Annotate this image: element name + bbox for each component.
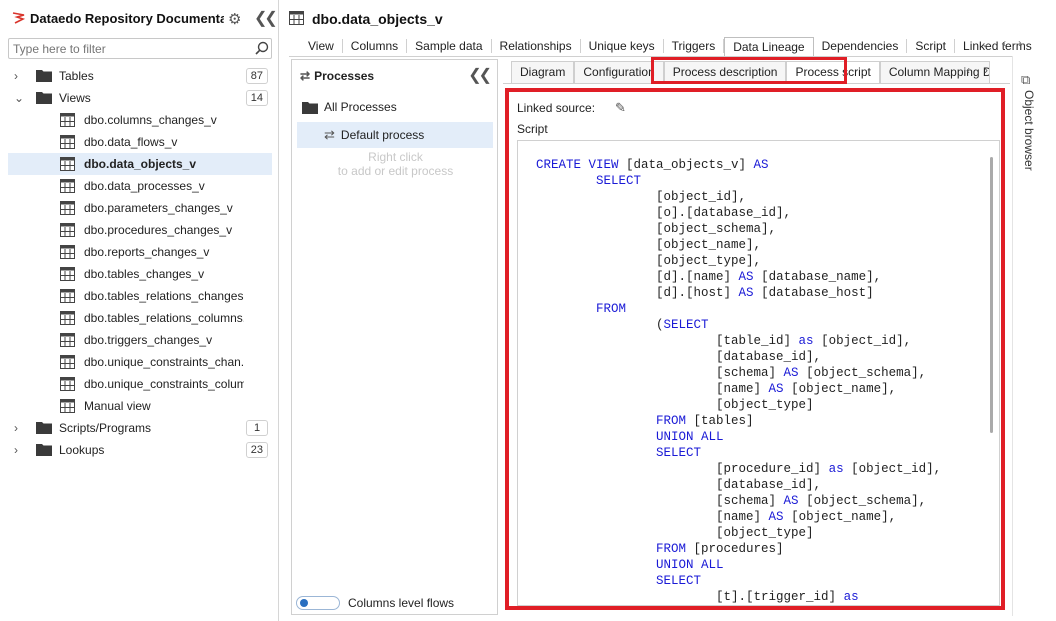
chevron-right-icon[interactable]: › <box>984 63 988 77</box>
chevron-right-icon[interactable]: › <box>1018 36 1022 50</box>
tab-data-lineage[interactable]: Data Lineage <box>724 36 814 56</box>
view-icon <box>60 289 75 303</box>
dataedo-logo-icon <box>12 11 26 25</box>
tree-item-view[interactable]: dbo.data_flows_v <box>8 131 272 153</box>
search-icon[interactable] <box>254 40 270 56</box>
tree-item-view[interactable]: Manual view <box>8 395 272 417</box>
view-icon <box>60 135 75 149</box>
view-icon <box>60 245 75 259</box>
pencil-icon[interactable]: ✎ <box>615 100 626 116</box>
process-icon: ⇄ <box>324 127 335 142</box>
folder-icon <box>36 443 52 456</box>
processes-hint: Right click to add or edit process <box>337 150 454 178</box>
tree-item-view[interactable]: dbo.reports_changes_v <box>8 241 272 263</box>
tree-item-view[interactable]: dbo.unique_constraints_colum... <box>8 373 272 395</box>
tree-item-view[interactable]: dbo.data_objects_v <box>8 153 272 175</box>
tree-item-lookups[interactable]: › Lookups 23 <box>8 439 272 461</box>
right-divider <box>1012 56 1013 616</box>
view-icon <box>60 179 75 193</box>
view-icon <box>60 201 75 215</box>
tab-navigation: ⌄ ‹ › <box>980 36 1022 50</box>
view-icon <box>60 333 75 347</box>
inner-tab-navigation: ‹ › <box>966 63 988 77</box>
filter-input[interactable] <box>8 38 272 59</box>
tab-columns[interactable]: Columns <box>343 39 408 53</box>
gear-icon[interactable]: ⚙ <box>228 10 241 28</box>
view-icon <box>60 157 75 171</box>
view-icon <box>60 399 75 413</box>
chevron-right-icon[interactable]: › <box>14 69 24 83</box>
object-browser-label: Object browser <box>1022 90 1036 171</box>
count-badge: 87 <box>245 68 268 84</box>
toggle-switch[interactable] <box>296 596 340 610</box>
tree-item-view[interactable]: dbo.columns_changes_v <box>8 109 272 131</box>
linked-source-row: Linked source: ✎ <box>517 100 626 116</box>
chevron-left-icon[interactable]: ‹ <box>966 63 970 77</box>
tab-view[interactable]: View <box>300 39 343 53</box>
tree-item-view[interactable]: dbo.tables_relations_columns... <box>8 307 272 329</box>
processes-header: ⇄ Processes <box>300 68 374 84</box>
tab-relationships[interactable]: Relationships <box>492 39 581 53</box>
tab-dependencies[interactable]: Dependencies <box>814 39 908 53</box>
folder-icon <box>36 69 52 82</box>
sql-code: CREATE VIEW [data_objects_v] AS SELECT [… <box>536 158 942 604</box>
object-tabs: View Columns Sample data Relationships Uniqu… <box>300 36 1040 56</box>
tab-diagram[interactable]: Diagram <box>511 61 575 83</box>
tab-sample-data[interactable]: Sample data <box>407 39 492 53</box>
object-header: dbo.data_objects_v <box>289 8 443 30</box>
script-label: Script <box>517 122 548 136</box>
view-icon <box>60 113 75 127</box>
swap-arrows-icon: ⇄ <box>300 69 311 83</box>
processes-panel: ⇄ Processes ❮❮ All Processes ⇄ Default p… <box>291 59 498 615</box>
object-browser-tab[interactable]: ⧉ Object browser <box>1014 70 1044 180</box>
repository-title: Dataedo Repository Documentati... <box>30 10 224 26</box>
chevron-left-icon[interactable]: ‹ <box>1002 36 1006 50</box>
highlight-box-tabs <box>651 57 847 84</box>
tree-item-views[interactable]: ⌄ Views 14 <box>8 87 272 109</box>
tree-item-tables[interactable]: › Tables 87 <box>8 65 272 87</box>
tree-item-view[interactable]: dbo.procedures_changes_v <box>8 219 272 241</box>
object-title: dbo.data_objects_v <box>312 11 443 27</box>
columns-level-flows-toggle[interactable]: Columns level flows <box>296 596 454 610</box>
collapse-processes-icon[interactable]: ❮❮ <box>468 65 492 85</box>
chevron-down-icon[interactable]: ⌄ <box>980 36 990 50</box>
collapse-panel-icon[interactable]: ❮❮ <box>254 8 278 28</box>
folder-icon <box>36 91 52 104</box>
tree-item-scripts[interactable]: › Scripts/Programs 1 <box>8 417 272 439</box>
view-icon <box>60 311 75 325</box>
tree-item-view[interactable]: dbo.unique_constraints_chan... <box>8 351 272 373</box>
folder-icon <box>36 421 52 434</box>
tab-unique-keys[interactable]: Unique keys <box>581 39 664 53</box>
view-icon <box>60 377 75 391</box>
folder-icon <box>302 101 318 114</box>
default-process-item[interactable]: ⇄ Default process <box>297 122 493 148</box>
chevron-right-icon[interactable]: › <box>14 443 24 457</box>
tab-script[interactable]: Script <box>907 39 956 53</box>
all-processes-item[interactable]: All Processes <box>302 100 397 114</box>
view-icon <box>60 355 75 369</box>
script-editor[interactable]: CREATE VIEW [data_objects_v] AS SELECT [… <box>517 140 1000 606</box>
vertical-scrollbar[interactable] <box>990 157 993 433</box>
count-badge: 1 <box>246 420 268 436</box>
tree-item-view[interactable]: dbo.tables_changes_v <box>8 263 272 285</box>
object-browser-icon: ⧉ <box>1021 72 1031 87</box>
tab-triggers[interactable]: Triggers <box>664 39 725 53</box>
repository-header: Dataedo Repository Documentati... ⚙ ❮❮ <box>0 0 279 36</box>
processes-title: Processes <box>314 69 375 83</box>
view-icon <box>60 267 75 281</box>
chevron-down-icon[interactable]: ⌄ <box>14 91 24 105</box>
tree-item-view[interactable]: dbo.tables_relations_changes... <box>8 285 272 307</box>
view-icon <box>60 223 75 237</box>
count-badge: 23 <box>245 442 268 458</box>
process-script-panel: Linked source: ✎ Script CREATE VIEW [dat… <box>505 88 1005 610</box>
tree-item-view[interactable]: dbo.data_processes_v <box>8 175 272 197</box>
view-icon <box>289 10 304 28</box>
tree-item-view[interactable]: dbo.triggers_changes_v <box>8 329 272 351</box>
chevron-right-icon[interactable]: › <box>14 421 24 435</box>
count-badge: 14 <box>245 90 268 106</box>
repository-panel: Dataedo Repository Documentati... ⚙ ❮❮ ›… <box>0 0 279 621</box>
tree-item-view[interactable]: dbo.parameters_changes_v <box>8 197 272 219</box>
